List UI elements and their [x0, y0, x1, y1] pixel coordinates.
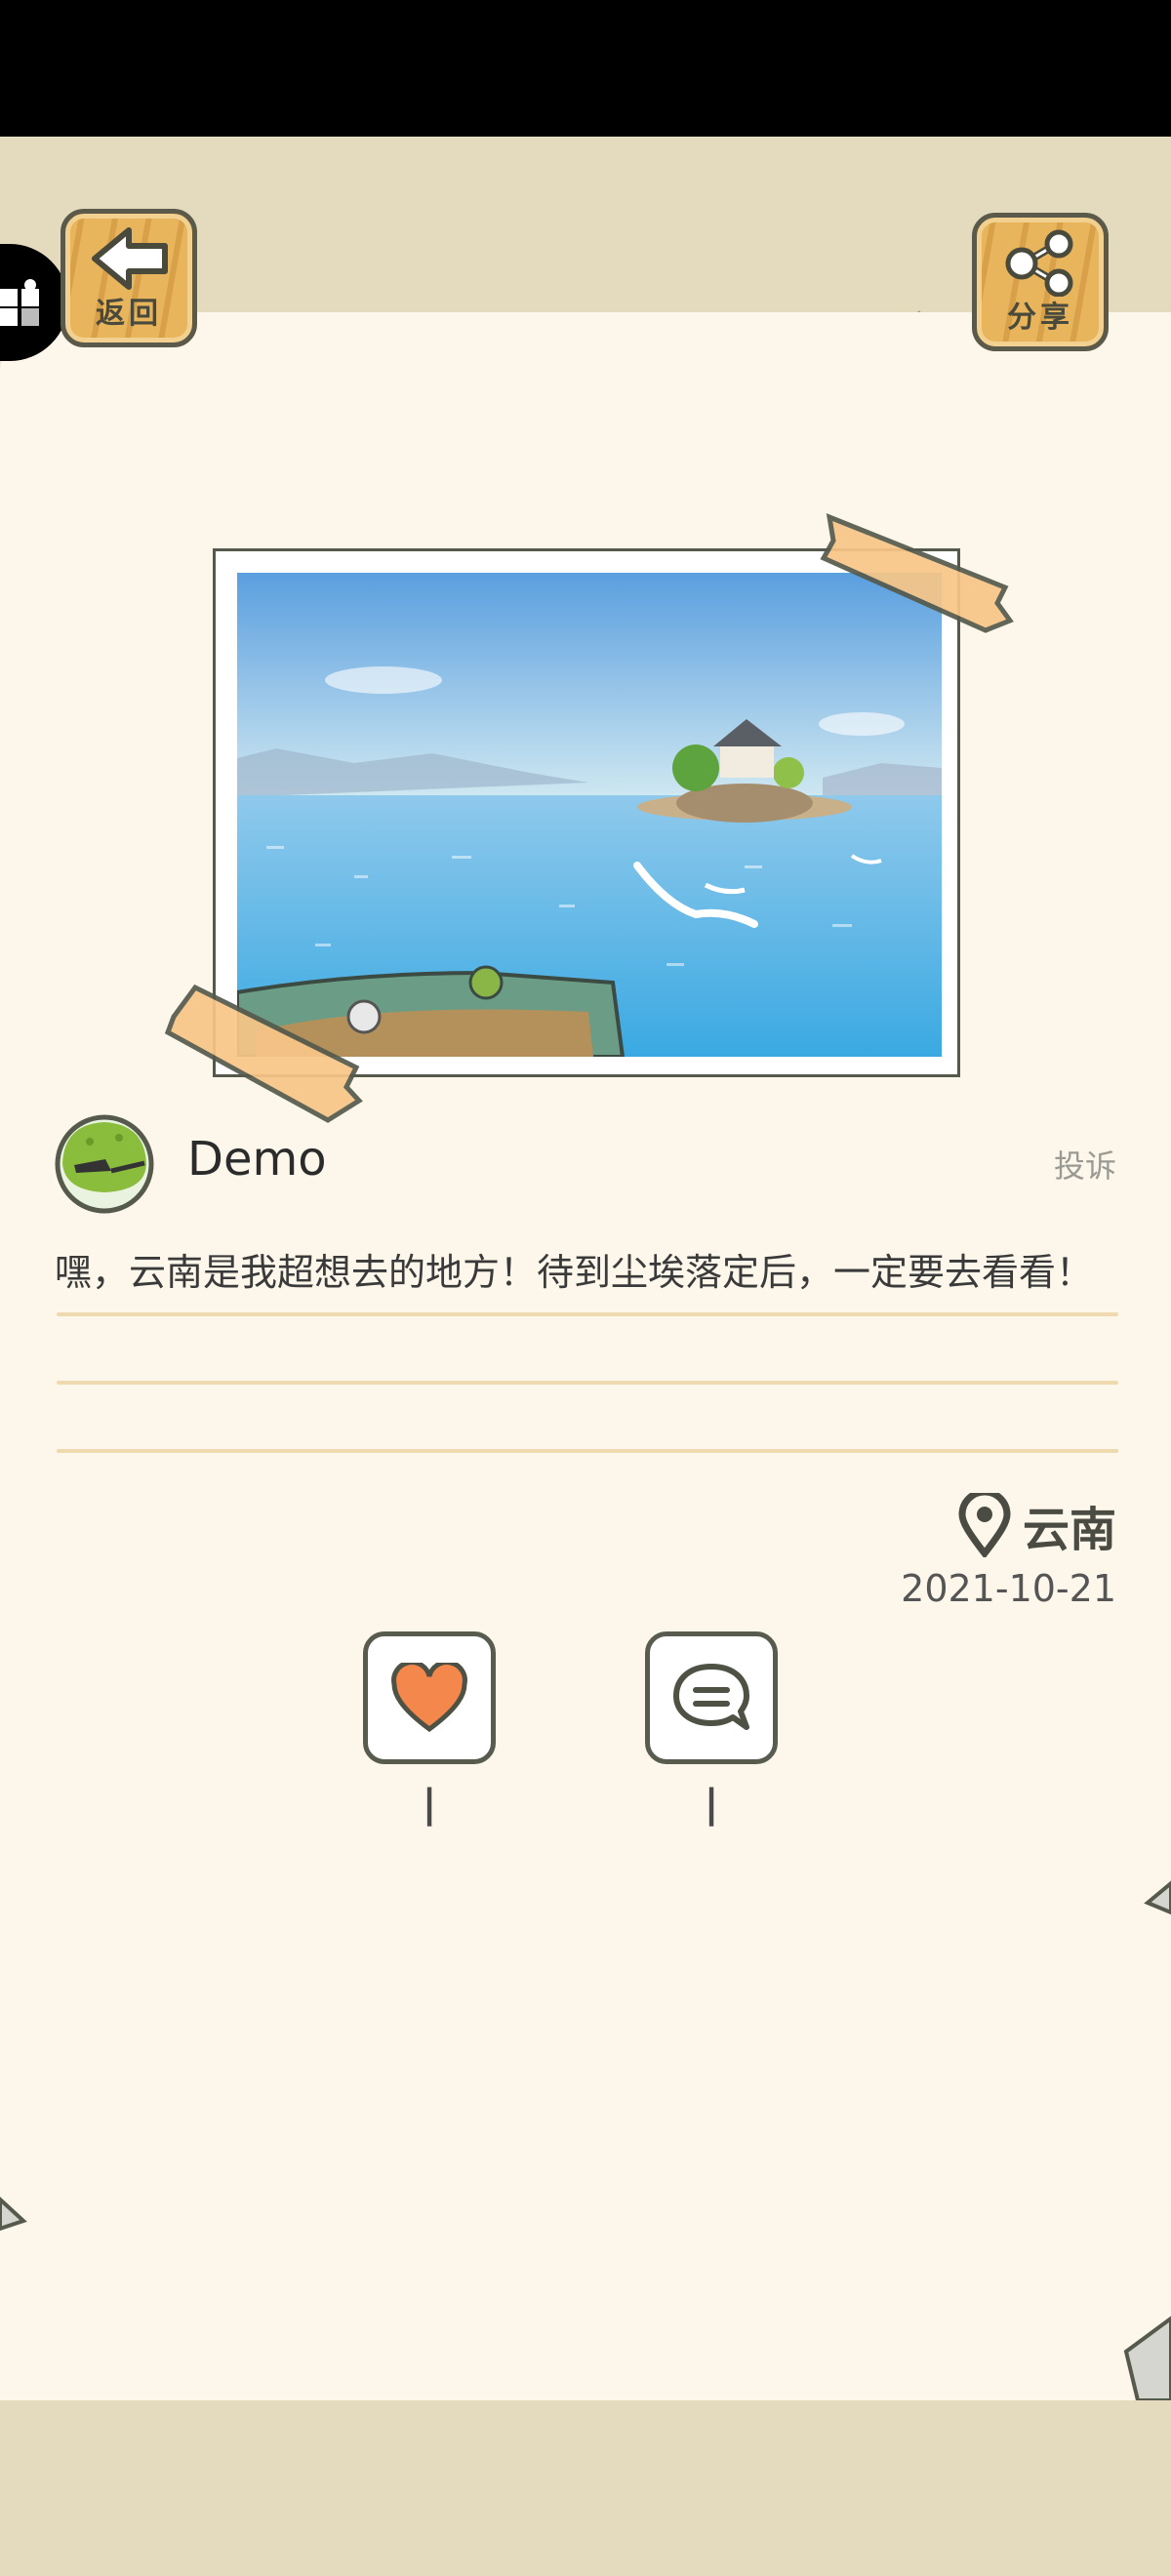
ruled-line — [57, 1449, 1118, 1453]
username[interactable]: Demo — [187, 1132, 327, 1187]
edge-decoration-right — [1144, 1880, 1171, 1915]
back-button[interactable]: 返回 — [61, 209, 197, 347]
location-label: 云南 — [1022, 1503, 1116, 1557]
location-tag: 云南 — [958, 1491, 1116, 1559]
report-link[interactable]: 投诉 — [1054, 1142, 1116, 1187]
avatar[interactable] — [55, 1114, 154, 1214]
like-count: | — [422, 1782, 437, 1827]
tape-decoration-top — [820, 513, 1014, 633]
arrow-left-icon — [92, 227, 168, 290]
like-button[interactable] — [363, 1631, 496, 1764]
ruled-line — [57, 1381, 1118, 1385]
post-text: 嘿，云南是我超想去的地方！待到尘埃落定后，一定要去看看！ — [55, 1251, 1094, 1294]
back-button-label: 返回 — [96, 297, 162, 331]
share-icon — [1005, 229, 1073, 297]
share-button-label: 分享 — [1007, 301, 1073, 335]
footer-band — [0, 2400, 1171, 2576]
status-bar — [0, 0, 1171, 137]
tape-decoration-bottom — [164, 984, 363, 1123]
edge-decoration-corner — [1123, 2315, 1171, 2400]
share-button[interactable]: 分享 — [972, 213, 1109, 351]
puzzle-icon — [0, 279, 39, 326]
comment-button[interactable] — [645, 1631, 778, 1764]
heart-icon — [391, 1663, 467, 1733]
speech-bubble-icon — [673, 1664, 749, 1730]
edge-decoration-left — [0, 2196, 27, 2232]
comment-count: | — [704, 1782, 719, 1827]
post-date: 2021-10-21 — [901, 1567, 1116, 1610]
ruled-line — [57, 1312, 1118, 1316]
map-pin-icon — [958, 1493, 1011, 1557]
